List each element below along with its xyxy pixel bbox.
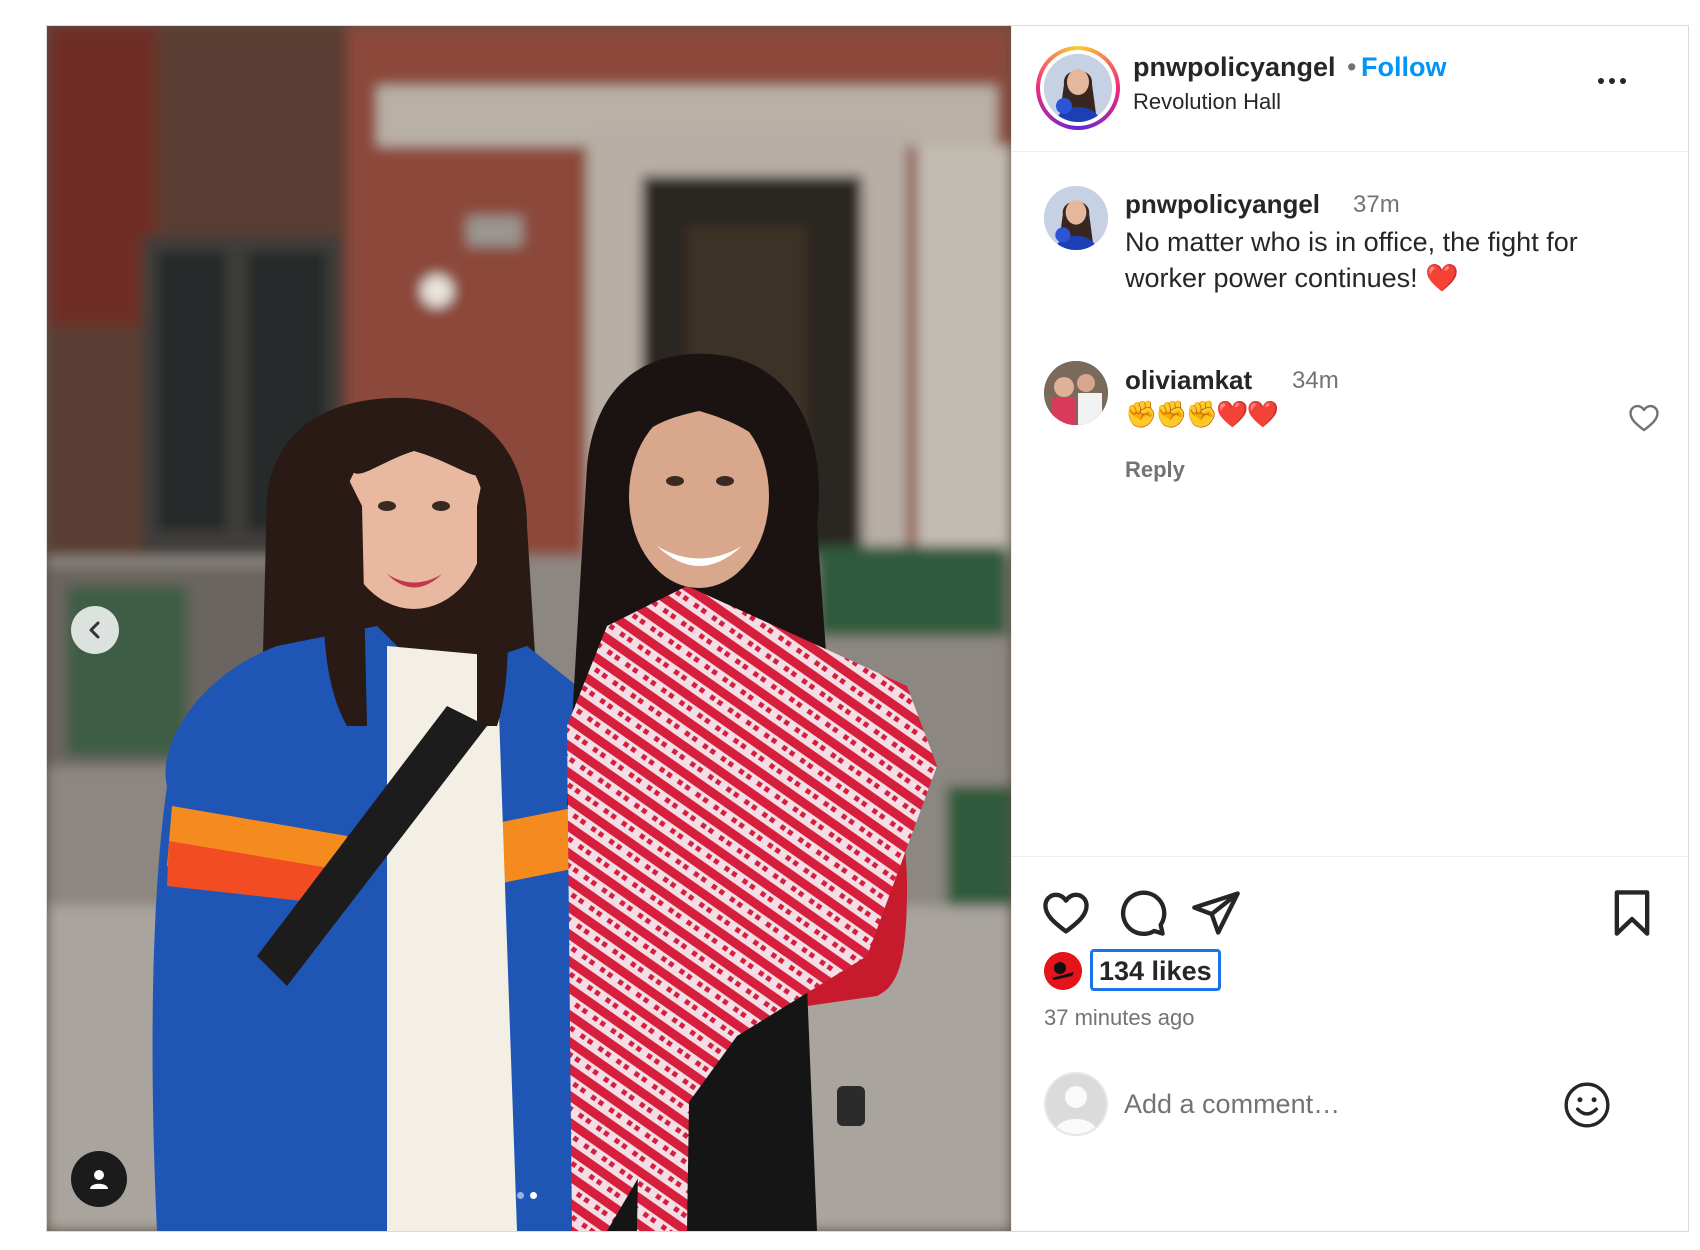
- more-horizontal-icon: [1598, 78, 1604, 84]
- avatar-photo: [1044, 186, 1108, 250]
- current-user-avatar: [1044, 1072, 1108, 1136]
- post-dialog: pnwpolicyangel • Follow Revolution Hall …: [46, 25, 1689, 1232]
- comment-text: ✊✊✊❤️❤️: [1125, 399, 1279, 429]
- reply-button[interactable]: Reply: [1125, 457, 1185, 483]
- default-avatar-icon: [1046, 1074, 1106, 1134]
- separator-dot: •: [1347, 52, 1357, 82]
- caption-text: No matter who is in office, the fight fo…: [1125, 227, 1578, 293]
- carousel-indicator: [517, 1192, 537, 1199]
- author-avatar[interactable]: [1036, 46, 1120, 130]
- caption-username[interactable]: pnwpolicyangel: [1125, 189, 1320, 220]
- follow-button[interactable]: Follow: [1361, 52, 1446, 83]
- paper-plane-icon[interactable]: [1190, 887, 1242, 939]
- comment-username[interactable]: oliviamkat: [1125, 365, 1252, 396]
- caption-timestamp[interactable]: 37m: [1353, 191, 1400, 219]
- add-comment-bar: [1012, 1062, 1689, 1232]
- post-actions: 134 likes 37 minutes ago: [1012, 856, 1689, 1231]
- post-header: pnwpolicyangel • Follow Revolution Hall: [1012, 26, 1689, 152]
- post-sidebar: pnwpolicyangel • Follow Revolution Hall …: [1011, 26, 1689, 1231]
- carousel-prev-button[interactable]: [71, 606, 119, 654]
- post-photo[interactable]: [47, 26, 1011, 1231]
- post-photo-image: [47, 26, 1011, 1231]
- likes-count[interactable]: 134 likes: [1090, 949, 1221, 991]
- bookmark-icon[interactable]: [1606, 887, 1658, 939]
- carousel-dot-active: [530, 1192, 537, 1199]
- avatar-photo: [1044, 54, 1112, 122]
- liker-avatar[interactable]: [1044, 952, 1082, 990]
- more-options-button[interactable]: [1592, 66, 1632, 96]
- heart-icon[interactable]: [1040, 887, 1092, 939]
- post-time-ago[interactable]: 37 minutes ago: [1044, 1005, 1194, 1031]
- comment-bubble-icon[interactable]: [1116, 887, 1168, 939]
- post-location[interactable]: Revolution Hall: [1133, 89, 1281, 115]
- commenter-avatar[interactable]: [1044, 361, 1108, 425]
- comment-input[interactable]: [1124, 1078, 1524, 1130]
- caption-author-avatar[interactable]: [1044, 186, 1108, 250]
- avatar-photo: [1044, 361, 1108, 425]
- chevron-left-icon: [89, 621, 100, 639]
- comment-timestamp[interactable]: 34m: [1292, 367, 1339, 395]
- rose-logo-icon: [1044, 952, 1082, 990]
- comments-list: pnwpolicyangel 37m No matter who is in o…: [1012, 153, 1689, 856]
- carousel-dot: [517, 1192, 524, 1199]
- user-tag-icon: [90, 1170, 108, 1189]
- tagged-users-button[interactable]: [71, 1151, 127, 1207]
- comment-heart-icon[interactable]: [1627, 401, 1661, 435]
- smiley-icon[interactable]: [1562, 1080, 1612, 1130]
- author-username[interactable]: pnwpolicyangel: [1133, 52, 1336, 83]
